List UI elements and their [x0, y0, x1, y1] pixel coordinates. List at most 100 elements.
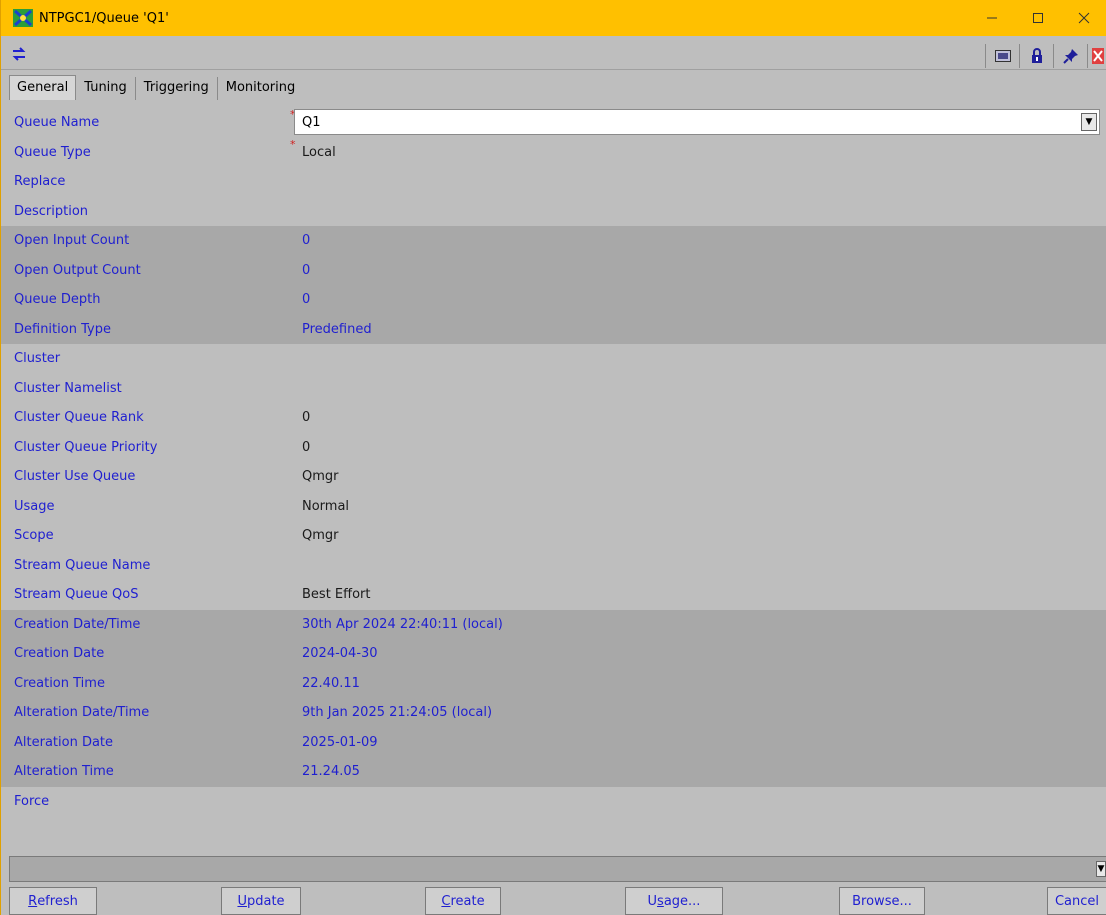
queue-name-combobox[interactable]: Q1 ▼ — [294, 109, 1100, 135]
row-cluster[interactable]: Cluster — [1, 344, 1106, 374]
usage-button[interactable]: Us age... — [625, 887, 723, 915]
row-alteration-date: Alteration Date 2025-01-09 — [1, 727, 1106, 757]
queue-name-value: Q1 — [302, 114, 321, 130]
row-replace[interactable]: Replace — [1, 167, 1106, 197]
toolbar — [1, 40, 1106, 70]
minimize-button[interactable] — [969, 0, 1015, 36]
cluster-namelist-label: Cluster Namelist — [14, 380, 122, 396]
refresh-arrows-icon[interactable] — [11, 46, 27, 62]
alteration-time-label: Alteration Time — [14, 764, 114, 780]
window-title: NTPGC1/Queue 'Q1' — [39, 10, 169, 26]
create-button[interactable]: Create — [425, 887, 501, 915]
row-cluster-use-queue[interactable]: Cluster Use Queue Qmgr — [1, 462, 1106, 492]
definition-type-value: Predefined — [302, 321, 372, 337]
lock-icon — [1031, 48, 1042, 63]
cluster-queue-rank-label: Cluster Queue Rank — [14, 410, 144, 426]
force-label: Force — [14, 793, 50, 809]
cluster-use-queue-value[interactable]: Qmgr — [302, 469, 339, 484]
row-scope[interactable]: Scope Qmgr — [1, 521, 1106, 551]
creation-datetime-value: 30th Apr 2024 22:40:11 (local) — [302, 616, 503, 632]
scope-label: Scope — [14, 528, 54, 544]
cancel-button[interactable]: Cancel — [1047, 887, 1106, 915]
open-output-count-label: Open Output Count — [14, 262, 141, 278]
creation-datetime-label: Creation Date/Time — [14, 616, 141, 632]
browse-label: Browse... — [852, 893, 912, 909]
lock-button[interactable] — [1019, 44, 1053, 68]
message-bar[interactable]: ▼ — [9, 856, 1106, 882]
row-cluster-queue-priority[interactable]: Cluster Queue Priority 0 — [1, 433, 1106, 463]
close-button[interactable] — [1061, 0, 1106, 36]
chevron-down-icon[interactable]: ▼ — [1096, 861, 1106, 877]
alteration-date-value: 2025-01-09 — [302, 734, 378, 750]
tab-triggering[interactable]: Triggering — [136, 77, 218, 100]
row-cluster-namelist[interactable]: Cluster Namelist — [1, 374, 1106, 404]
minimize-icon — [987, 17, 997, 19]
tab-monitoring[interactable]: Monitoring — [218, 77, 304, 100]
queue-depth-label: Queue Depth — [14, 292, 101, 308]
creation-time-label: Creation Time — [14, 675, 105, 691]
display-icon — [994, 50, 1011, 62]
cluster-queue-priority-label: Cluster Queue Priority — [14, 439, 158, 455]
row-creation-date: Creation Date 2024-04-30 — [1, 639, 1106, 669]
definition-type-label: Definition Type — [14, 321, 111, 337]
row-stream-queue-name[interactable]: Stream Queue Name — [1, 551, 1106, 581]
refresh-label-post: efresh — [37, 893, 78, 909]
queue-name-label: Queue Name — [14, 115, 100, 131]
row-description[interactable]: Description — [1, 197, 1106, 227]
row-cluster-queue-rank[interactable]: Cluster Queue Rank 0 — [1, 403, 1106, 433]
stream-queue-qos-label: Stream Queue QoS — [14, 587, 139, 603]
pin-button[interactable] — [1053, 44, 1087, 68]
button-bar: Refresh Update Create Us age... Browse...… — [1, 887, 1106, 915]
open-input-count-label: Open Input Count — [14, 233, 130, 249]
replace-label: Replace — [14, 174, 66, 190]
refresh-button[interactable]: Refresh — [9, 887, 97, 915]
row-open-output-count: Open Output Count 0 — [1, 255, 1106, 285]
refresh-mnemonic: R — [28, 893, 38, 909]
row-definition-type: Definition Type Predefined — [1, 314, 1106, 344]
app-icon — [13, 9, 33, 27]
update-label-post: pdate — [246, 893, 285, 909]
update-mnemonic: U — [237, 893, 247, 909]
create-mnemonic: C — [441, 893, 451, 909]
row-alteration-datetime: Alteration Date/Time 9th Jan 2025 21:24:… — [1, 698, 1106, 728]
row-stream-queue-qos[interactable]: Stream Queue QoS Best Effort — [1, 580, 1106, 610]
tab-general[interactable]: General — [9, 75, 77, 100]
close-view-button[interactable] — [1087, 44, 1106, 68]
cluster-queue-priority-value[interactable]: 0 — [302, 440, 310, 455]
row-force[interactable]: Force — [1, 787, 1106, 817]
maximize-button[interactable] — [1015, 0, 1061, 36]
cluster-queue-rank-value[interactable]: 0 — [302, 410, 310, 425]
pin-icon — [1062, 49, 1078, 64]
open-output-count-value: 0 — [302, 262, 311, 278]
row-open-input-count: Open Input Count 0 — [1, 226, 1106, 256]
usage-label-pre: U — [647, 893, 658, 909]
scope-value[interactable]: Qmgr — [302, 528, 339, 543]
usage-label-post: age... — [663, 893, 701, 909]
tab-tuning[interactable]: Tuning — [76, 77, 136, 100]
cluster-use-queue-label: Cluster Use Queue — [14, 469, 136, 485]
row-usage[interactable]: Usage Normal — [1, 492, 1106, 522]
open-input-count-value: 0 — [302, 233, 311, 249]
alteration-time-value: 21.24.05 — [302, 764, 360, 780]
queue-type-label: Queue Type — [14, 144, 91, 160]
cancel-label: Cancel — [1054, 893, 1100, 909]
row-queue-name: Queue Name * Q1 ▼ — [1, 108, 1106, 138]
usage-value[interactable]: Normal — [302, 499, 349, 514]
display-button[interactable] — [985, 44, 1019, 68]
stream-queue-qos-value[interactable]: Best Effort — [302, 587, 371, 602]
browse-button[interactable]: Browse... — [839, 887, 925, 915]
alteration-datetime-value: 9th Jan 2025 21:24:05 (local) — [302, 705, 493, 721]
chevron-down-icon[interactable]: ▼ — [1081, 113, 1097, 131]
row-creation-datetime: Creation Date/Time 30th Apr 2024 22:40:1… — [1, 609, 1106, 639]
maximize-icon — [1033, 13, 1043, 23]
queue-depth-value: 0 — [302, 292, 311, 308]
alteration-datetime-label: Alteration Date/Time — [14, 705, 150, 721]
close-icon — [1091, 48, 1104, 64]
update-button[interactable]: Update — [221, 887, 301, 915]
row-queue-depth: Queue Depth 0 — [1, 285, 1106, 315]
row-creation-time: Creation Time 22.40.11 — [1, 668, 1106, 698]
description-label: Description — [14, 203, 89, 219]
usage-label: Usage — [14, 498, 55, 514]
usage-mnemonic: s — [657, 893, 664, 909]
creation-time-value: 22.40.11 — [302, 675, 360, 691]
